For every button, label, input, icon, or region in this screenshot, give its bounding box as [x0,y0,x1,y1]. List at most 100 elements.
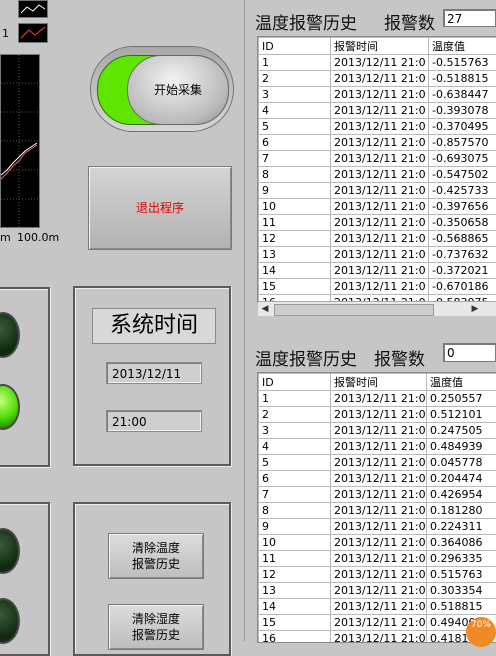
table-cell: 1 [259,55,331,71]
table-cell: 14 [259,263,331,279]
table-cell: 2013/12/11 21:0 [331,391,427,407]
table-cell: -0.425733 [429,183,496,199]
table-cell: 0.303354 [427,583,496,599]
table-cell: 0.515763 [427,567,496,583]
table-row[interactable]: 32013/12/11 21:00.247505 [259,423,496,439]
scroll-thumb[interactable] [274,304,434,316]
table-cell: 7 [259,487,331,503]
table-cell: 2013/12/11 21:0 [331,135,429,151]
waveform-plot [1,55,39,227]
table-cell: 0.045778 [427,455,496,471]
table-cell: -0.370495 [429,119,496,135]
table-cell: 8 [259,167,331,183]
table-cell: 2013/12/11 21:0 [331,263,429,279]
start-acquisition-label: 开始采集 [128,56,228,124]
table-row[interactable]: 12013/12/11 21:00.250557 [259,391,496,407]
table-row[interactable]: 112013/12/11 21:0-0.350658 [259,215,496,231]
table-cell: 9 [259,183,331,199]
table-cell: 5 [259,119,331,135]
table-row[interactable]: 92013/12/11 21:0-0.425733 [259,183,496,199]
table-cell: 2013/12/11 21:0 [331,71,429,87]
table-cell: -0.350658 [429,215,496,231]
table-cell: 2013/12/11 21:0 [331,55,429,71]
scroll-right-icon[interactable]: ▶ [468,302,482,316]
temp-history-bottom-count: 0 [443,343,496,362]
chart-legend-swatch-a [18,0,48,18]
table-cell: 8 [259,503,331,519]
table-row[interactable]: 102013/12/11 21:00.364086 [259,535,496,551]
table-cell: 10 [259,535,331,551]
table-cell: 2013/12/11 21:0 [331,151,429,167]
table-row[interactable]: 62013/12/11 21:00.204474 [259,471,496,487]
table-row[interactable]: 132013/12/11 21:00.303354 [259,583,496,599]
table-cell: 2013/12/11 21:0 [331,247,429,263]
table-cell: 0.364086 [427,535,496,551]
table-row[interactable]: 122013/12/11 21:0-0.568865 [259,231,496,247]
table-row[interactable]: 12013/12/11 21:0-0.515763 [259,55,496,71]
table-cell: 0.518815 [427,599,496,615]
temp-history-bottom-title: 温度报警历史 [255,345,357,370]
table-row[interactable]: 112013/12/11 21:00.296335 [259,551,496,567]
table-row[interactable]: 42013/12/11 21:00.484939 [259,439,496,455]
table-row[interactable]: 52013/12/11 21:00.045778 [259,455,496,471]
table-cell: 13 [259,583,331,599]
table-row[interactable]: 162013/12/11 21:00.418183 [259,631,496,644]
chart-legend-value: 1 [2,27,9,40]
table-cell: 0.181280 [427,503,496,519]
temp-history-bottom-table-frame[interactable]: ID报警时间温度值 12013/12/11 21:00.25055722013/… [257,372,496,643]
table-cell: 2013/12/11 21:0 [331,615,427,631]
table-row[interactable]: 122013/12/11 21:00.515763 [259,567,496,583]
exit-program-label: 退出程序 [89,167,231,249]
table-row[interactable]: 152013/12/11 21:00.494009 [259,615,496,631]
scroll-left-icon[interactable]: ◀ [258,302,272,316]
table-row[interactable]: 52013/12/11 21:0-0.370495 [259,119,496,135]
clear-humidity-history-button[interactable]: 清除湿度 报警历史 [108,604,204,650]
table-cell: 2013/12/11 21:0 [331,535,427,551]
toggle-knob: 开始采集 [127,55,229,125]
table-cell: 12 [259,231,331,247]
table-row[interactable]: 82013/12/11 21:0-0.547502 [259,167,496,183]
column-header: ID [259,38,331,55]
exit-program-button[interactable]: 退出程序 [88,166,232,250]
table-row[interactable]: 102013/12/11 21:0-0.397656 [259,199,496,215]
table-row[interactable]: 132013/12/11 21:0-0.737632 [259,247,496,263]
temp-history-top-count: 27 [443,9,496,27]
table-row[interactable]: 72013/12/11 21:0-0.693075 [259,151,496,167]
table-row[interactable]: 22013/12/11 21:00.512101 [259,407,496,423]
table-cell: 2013/12/11 21:0 [331,439,427,455]
table-cell: 9 [259,519,331,535]
table-row[interactable]: 62013/12/11 21:0-0.857570 [259,135,496,151]
table-cell: 0.250557 [427,391,496,407]
table-row[interactable]: 152013/12/11 21:0-0.670186 [259,279,496,295]
start-acquisition-toggle[interactable]: 开始采集 [91,47,233,131]
table-row[interactable]: 142013/12/11 21:00.518815 [259,599,496,615]
table-cell: 2013/12/11 21:0 [331,119,429,135]
table-cell: 2013/12/11 21:0 [331,183,429,199]
table-cell: 2013/12/11 21:0 [331,87,429,103]
legend-line-icon [19,24,47,42]
table-cell: 2013/12/11 21:0 [331,407,427,423]
temp-history-bottom-count-label: 报警数 [374,345,425,370]
table-cell: 2013/12/11 21:0 [331,551,427,567]
table-row[interactable]: 32013/12/11 21:0-0.638447 [259,87,496,103]
temp-history-top-title: 温度报警历史 [255,9,357,34]
table-cell: 2013/12/11 21:0 [331,455,427,471]
waveform-plot-area[interactable] [0,54,40,228]
clear-temperature-history-button[interactable]: 清除温度 报警历史 [108,533,204,579]
table-row[interactable]: 92013/12/11 21:00.224311 [259,519,496,535]
temp-history-top-table-frame[interactable]: ID报警时间温度值 12013/12/11 21:0-0.51576322013… [257,36,496,303]
column-header: 温度值 [427,374,496,391]
table-row[interactable]: 142013/12/11 21:0-0.372021 [259,263,496,279]
table-cell: 16 [259,631,331,644]
table-row[interactable]: 22013/12/11 21:0-0.518815 [259,71,496,87]
temp-history-top-scrollbar[interactable]: ◀ ▶ [258,301,496,316]
table-cell: 2013/12/11 21:0 [331,487,427,503]
clear-humidity-history-label: 清除湿度 报警历史 [109,605,203,643]
table-cell: 11 [259,551,331,567]
table-cell: 2013/12/11 21:0 [331,471,427,487]
table-row[interactable]: 82013/12/11 21:00.181280 [259,503,496,519]
table-cell: -0.515763 [429,55,496,71]
table-row[interactable]: 72013/12/11 21:00.426954 [259,487,496,503]
table-row[interactable]: 42013/12/11 21:0-0.393078 [259,103,496,119]
vertical-divider [244,0,245,641]
